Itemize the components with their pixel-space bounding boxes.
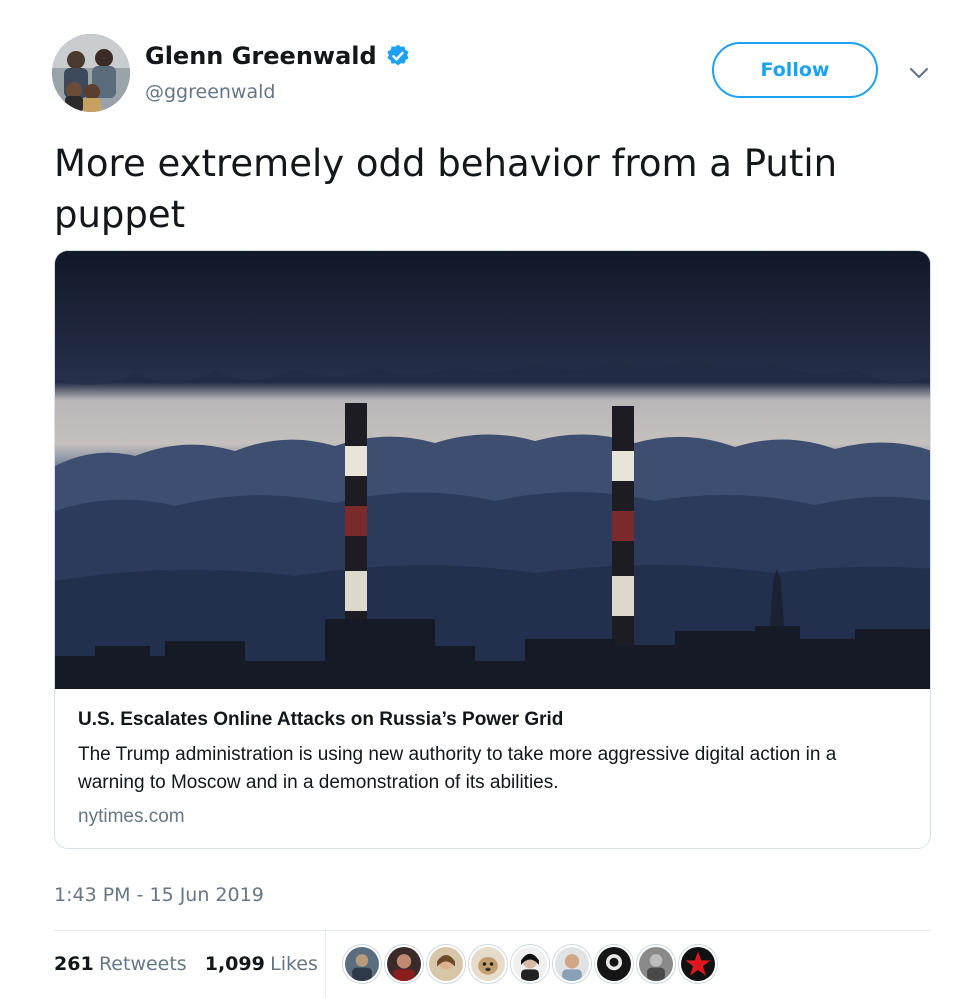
likes-label: Likes (270, 953, 318, 975)
liker-avatar[interactable] (637, 945, 675, 983)
liker-avatar[interactable] (385, 945, 423, 983)
liker-avatar[interactable] (469, 945, 507, 983)
liker-avatar[interactable] (427, 945, 465, 983)
likes-stat[interactable]: 1,099 Likes (205, 953, 318, 976)
link-card[interactable]: U.S. Escalates Online Attacks on Russia’… (54, 250, 931, 849)
retweets-stat[interactable]: 261 Retweets (54, 953, 187, 976)
card-domain: nytimes.com (78, 806, 185, 827)
card-image (55, 251, 930, 689)
follow-button[interactable]: Follow (712, 42, 878, 98)
retweets-label: Retweets (98, 953, 187, 975)
retweets-count: 261 (54, 953, 94, 975)
liker-avatar[interactable] (595, 945, 633, 983)
liker-avatar[interactable] (511, 945, 549, 983)
card-title: U.S. Escalates Online Attacks on Russia’… (78, 709, 564, 730)
stats-separator (325, 931, 326, 998)
avatar[interactable] (52, 34, 130, 112)
display-name-text: Glenn Greenwald (145, 42, 377, 70)
liker-avatars (343, 945, 717, 983)
tweet-text: More extremely odd behavior from a Putin… (54, 142, 838, 236)
display-name[interactable]: Glenn Greenwald (145, 42, 411, 70)
user-handle[interactable]: @ggreenwald (145, 81, 275, 103)
likes-count: 1,099 (204, 953, 265, 975)
verified-badge-icon (385, 43, 411, 69)
card-description: The Trump administration is using new au… (78, 744, 837, 793)
chevron-down-icon[interactable] (906, 62, 932, 84)
liker-avatar[interactable] (553, 945, 591, 983)
tweet-timestamp[interactable]: 1:43 PM - 15 Jun 2019 (54, 884, 264, 906)
divider (54, 930, 931, 931)
profile-photo (52, 34, 130, 112)
tweet-stats: 261 Retweets 1,099 Likes (54, 953, 318, 976)
liker-avatar[interactable] (343, 945, 381, 983)
liker-avatar[interactable] (679, 945, 717, 983)
